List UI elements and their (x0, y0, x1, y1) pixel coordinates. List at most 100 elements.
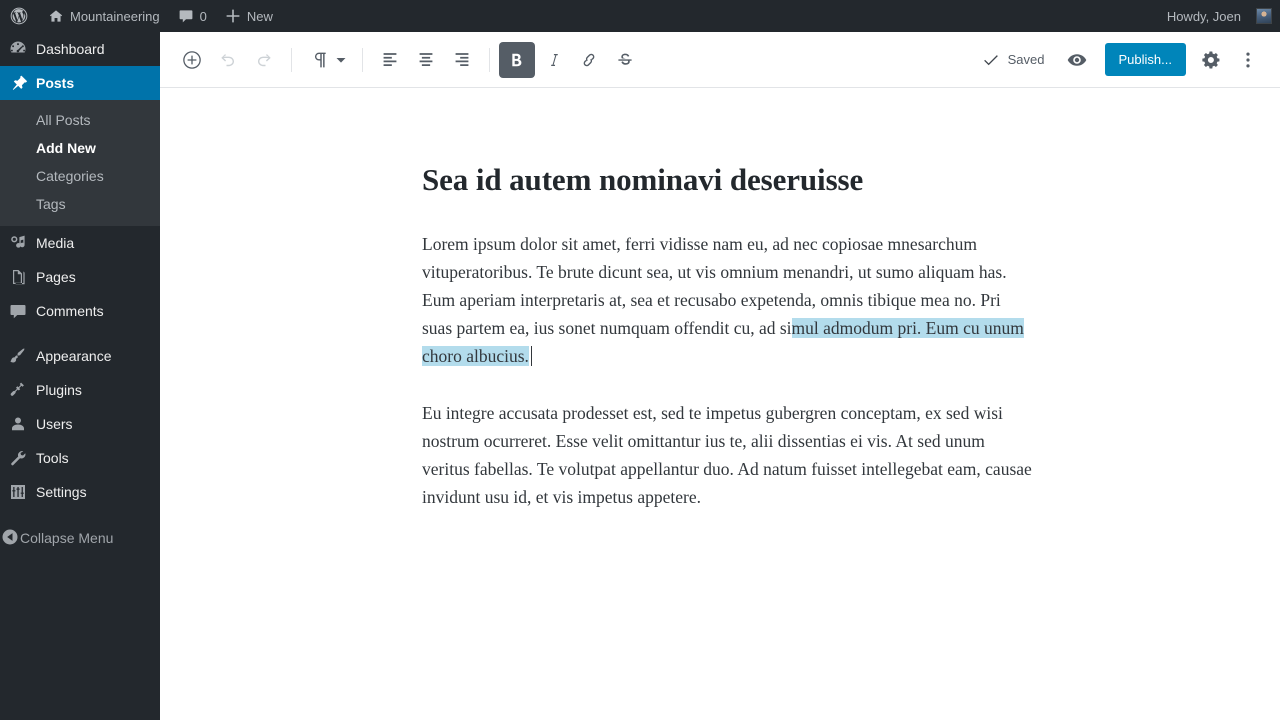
sidebar-item-all-posts[interactable]: All Posts (0, 106, 160, 134)
align-left-icon (379, 49, 401, 71)
wordpress-logo-button[interactable] (0, 0, 39, 32)
italic-button[interactable] (535, 42, 571, 78)
new-content-menu[interactable]: New (216, 0, 282, 32)
block-editor: Saved Publish... Sea id autem nominavi d… (160, 32, 1280, 720)
paintbrush-icon (0, 346, 36, 366)
plus-circle-icon (180, 48, 204, 72)
sidebar-item-tags[interactable]: Tags (0, 190, 160, 218)
comments-bubble-button[interactable]: 0 (169, 0, 216, 32)
collapse-arrow-icon (0, 527, 20, 550)
collapse-menu-label: Collapse Menu (20, 530, 114, 546)
undo-button[interactable] (210, 42, 246, 78)
site-name-menu[interactable]: Mountaineering (39, 0, 169, 32)
bold-button[interactable] (499, 41, 535, 78)
strikethrough-button[interactable] (607, 42, 643, 78)
sidebar-item-label: Plugins (36, 382, 82, 398)
sidebar-item-categories[interactable]: Categories (0, 162, 160, 190)
editor-content-area[interactable]: Sea id autem nominavi deseruisse Lorem i… (160, 88, 1280, 719)
sidebar-item-appearance[interactable]: Appearance (0, 339, 160, 373)
strikethrough-icon (614, 49, 636, 71)
editor-header-toolbar: Saved Publish... (160, 32, 1280, 88)
sidebar-item-settings[interactable]: Settings (0, 475, 160, 509)
sidebar-item-dashboard[interactable]: Dashboard (0, 32, 160, 66)
text-caret (530, 345, 532, 366)
new-label: New (246, 8, 273, 24)
my-account-menu[interactable]: Howdy, Joen (1158, 0, 1272, 32)
link-button[interactable] (571, 42, 607, 78)
posts-submenu: All Posts Add New Categories Tags (0, 100, 160, 226)
dashboard-icon (0, 39, 36, 59)
undo-arrow-icon (216, 48, 240, 72)
redo-button[interactable] (246, 42, 282, 78)
toolbar-divider (291, 47, 292, 72)
sidebar-item-label: Dashboard (36, 41, 105, 57)
more-options-button[interactable] (1230, 42, 1266, 78)
media-icon (0, 233, 36, 253)
paragraph-block-1[interactable]: Lorem ipsum dolor sit amet, ferri vidiss… (422, 230, 1032, 370)
gear-icon (1201, 49, 1223, 71)
plus-icon (225, 8, 241, 24)
toolbar-divider (489, 47, 490, 72)
saved-status-label: Saved (1007, 52, 1045, 67)
sidebar-item-users[interactable]: Users (0, 407, 160, 441)
sidebar-item-tools[interactable]: Tools (0, 441, 160, 475)
block-type-switcher[interactable] (301, 42, 353, 78)
align-text-left-button[interactable] (372, 42, 408, 78)
sidebar-item-label: Users (36, 416, 73, 432)
sidebar-item-pages[interactable]: Pages (0, 260, 160, 294)
user-icon (0, 414, 36, 434)
settings-button[interactable] (1194, 42, 1230, 78)
sidebar-item-label: Appearance (36, 348, 112, 364)
align-right-icon (451, 49, 473, 71)
admin-bar-right: Howdy, Joen (1158, 0, 1280, 32)
comment-bubble-icon (0, 301, 36, 321)
checkmark-icon (981, 50, 1001, 70)
add-block-button[interactable] (174, 42, 210, 78)
comment-bubble-icon (178, 8, 194, 24)
admin-sidebar-menu: Dashboard Posts All Posts Add New Catego… (0, 32, 160, 720)
sliders-icon (0, 482, 36, 502)
align-text-right-button[interactable] (444, 42, 480, 78)
saved-status-button[interactable]: Saved (973, 42, 1053, 78)
sidebar-item-media[interactable]: Media (0, 226, 160, 260)
sidebar-item-label: Pages (36, 269, 76, 285)
wrench-icon (0, 448, 36, 468)
sidebar-item-label: Media (36, 235, 75, 251)
post-canvas: Sea id autem nominavi deseruisse Lorem i… (422, 88, 1032, 511)
toolbar-divider (362, 47, 363, 72)
paragraph-block-2[interactable]: Eu integre accusata prodesset est, sed t… (422, 399, 1032, 511)
sidebar-item-label: Comments (36, 303, 104, 319)
preview-button[interactable] (1059, 42, 1095, 78)
redo-arrow-icon (252, 48, 276, 72)
post-title-field[interactable]: Sea id autem nominavi deseruisse (422, 161, 1032, 200)
sidebar-item-posts[interactable]: Posts (0, 66, 160, 100)
link-icon (578, 49, 600, 71)
sidebar-item-comments[interactable]: Comments (0, 294, 160, 328)
align-center-icon (415, 49, 437, 71)
publish-button[interactable]: Publish... (1104, 43, 1186, 76)
eye-icon (1065, 48, 1089, 72)
align-text-center-button[interactable] (408, 42, 444, 78)
paragraph-pilcrow-icon (309, 49, 331, 71)
menu-separator (0, 328, 160, 339)
bold-icon (506, 49, 528, 71)
sidebar-item-add-new[interactable]: Add New (0, 134, 160, 162)
collapse-menu-button[interactable]: Collapse Menu (0, 521, 160, 555)
howdy-greeting: Howdy, Joen (1166, 8, 1241, 24)
pin-icon (0, 73, 36, 93)
pages-icon (0, 267, 36, 287)
admin-bar: Mountaineering 0 New Howdy, Joen (0, 0, 1280, 32)
sidebar-item-label: Tools (36, 450, 69, 466)
home-icon (48, 8, 64, 24)
plug-icon (0, 380, 36, 400)
comments-count: 0 (199, 8, 207, 24)
sidebar-item-label: Posts (36, 75, 75, 91)
chevron-down-icon (335, 54, 347, 66)
vertical-ellipsis-icon (1237, 49, 1259, 71)
italic-icon (542, 49, 564, 71)
sidebar-item-label: Settings (36, 484, 87, 500)
avatar (1256, 8, 1272, 24)
site-name-label: Mountaineering (70, 8, 160, 24)
wordpress-logo-icon (9, 6, 29, 26)
sidebar-item-plugins[interactable]: Plugins (0, 373, 160, 407)
